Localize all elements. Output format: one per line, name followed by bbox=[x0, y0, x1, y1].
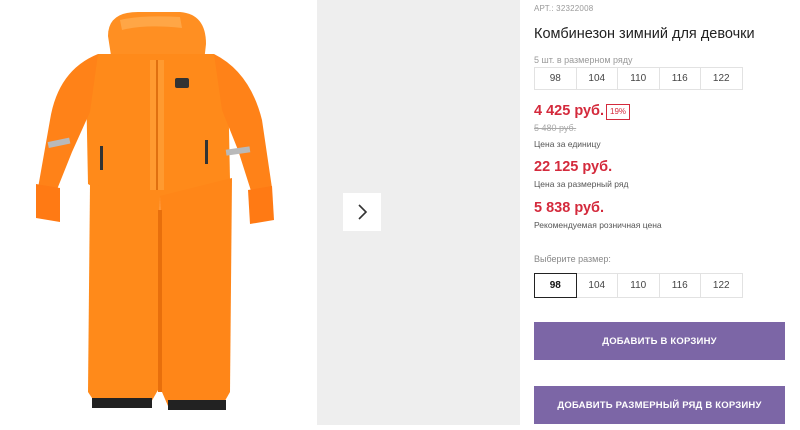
size-option-116[interactable]: 116 bbox=[658, 273, 701, 298]
size-option-110[interactable]: 110 bbox=[617, 273, 660, 298]
size-option-122[interactable]: 122 bbox=[700, 273, 743, 298]
gallery-next-button[interactable] bbox=[343, 193, 381, 231]
unit-price: 4 425 руб. bbox=[534, 103, 605, 119]
pack-size: 98 bbox=[534, 67, 577, 90]
add-pack-to-cart-button[interactable]: ДОБАВИТЬ РАЗМЕРНЫЙ РЯД В КОРЗИНУ bbox=[534, 386, 785, 424]
size-selector: 98 104 110 116 122 bbox=[534, 273, 743, 298]
retail-price: 5 838 руб. bbox=[534, 200, 605, 216]
pack-price-caption: Цена за размерный ряд bbox=[534, 179, 629, 189]
unit-price-caption: Цена за единицу bbox=[534, 139, 601, 149]
pack-size-list: 98 104 110 116 122 bbox=[534, 67, 743, 90]
old-price: 5 480 руб. bbox=[534, 123, 577, 133]
retail-price-caption: Рекомендуемая розничная цена bbox=[534, 220, 662, 230]
size-option-98[interactable]: 98 bbox=[534, 273, 577, 298]
discount-badge: 19% bbox=[606, 104, 631, 120]
pack-size: 116 bbox=[658, 67, 701, 90]
size-option-104[interactable]: 104 bbox=[575, 273, 618, 298]
chevron-right-icon bbox=[358, 204, 368, 220]
pack-size: 104 bbox=[575, 67, 618, 90]
article-number: АРТ.: 32322008 bbox=[534, 4, 594, 13]
product-title: Комбинезон зимний для девочки bbox=[534, 26, 755, 42]
pack-size: 110 bbox=[617, 67, 660, 90]
product-gallery bbox=[0, 0, 520, 430]
pack-price: 22 125 руб. bbox=[534, 159, 613, 175]
add-to-cart-button[interactable]: ДОБАВИТЬ В КОРЗИНУ bbox=[534, 322, 785, 360]
pack-note: 5 шт. в размерном ряду bbox=[534, 55, 633, 65]
pack-size: 122 bbox=[700, 67, 743, 90]
product-image bbox=[36, 12, 274, 410]
choose-size-label: Выберите размер: bbox=[534, 254, 611, 264]
